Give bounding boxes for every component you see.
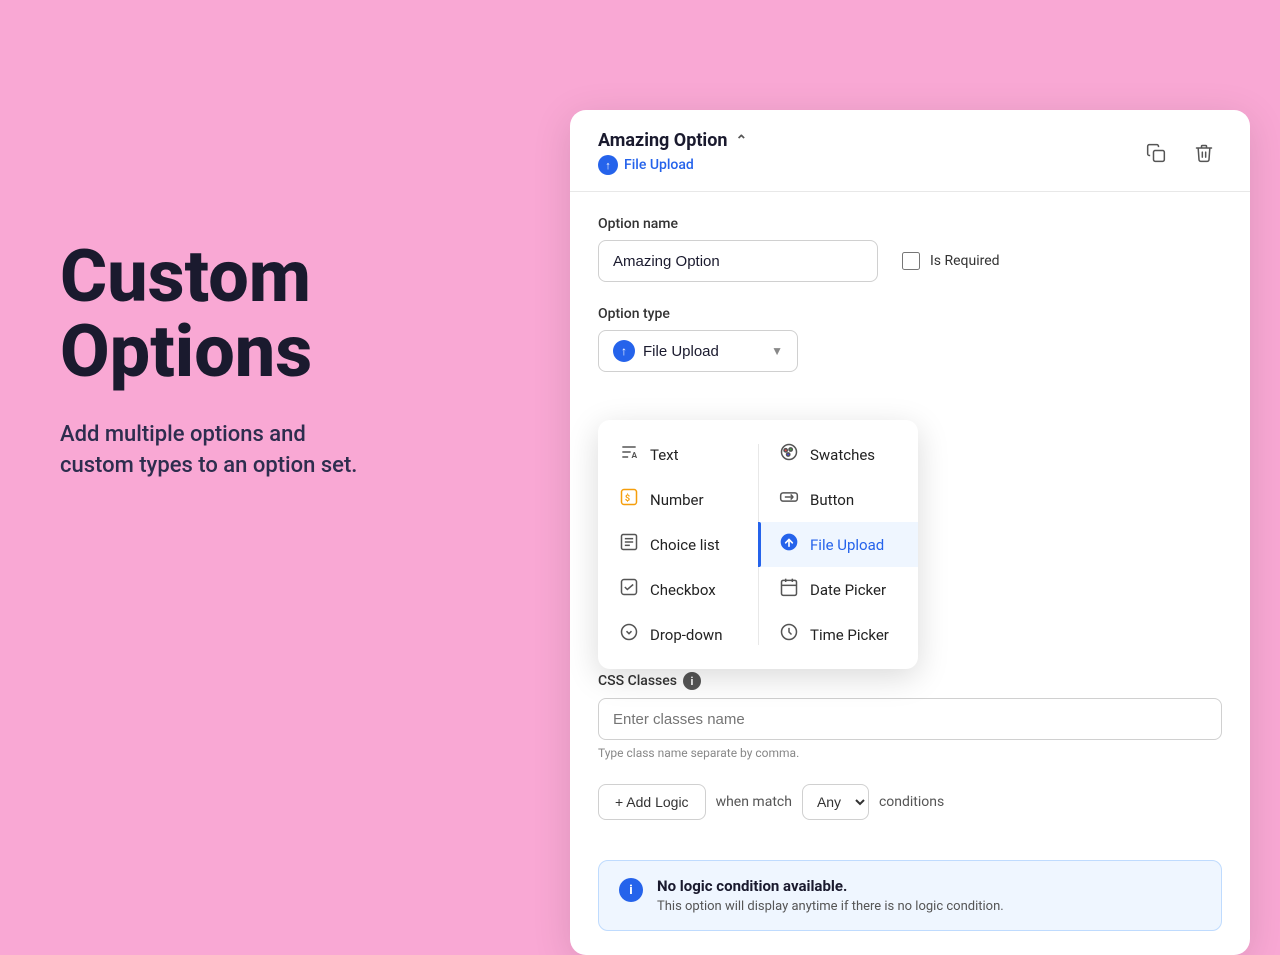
dropdown-item-time-picker[interactable]: Time Picker <box>758 612 918 657</box>
copy-icon <box>1146 143 1166 163</box>
left-panel: Custom Options Add multiple options andc… <box>0 0 540 720</box>
upload-icon: ↑ <box>598 155 618 175</box>
swatches-icon <box>778 442 800 467</box>
dropdown-left-col: A Text $ <box>598 432 758 657</box>
card-body: Option name Is Required Option type ↑ Fi… <box>570 192 1250 860</box>
svg-text:$: $ <box>625 493 630 504</box>
time-picker-icon <box>778 622 800 647</box>
logic-add-button[interactable]: + Add Logic <box>598 784 706 820</box>
dropdown-icon <box>618 622 640 647</box>
dropdown-item-choice-list[interactable]: Choice list <box>598 522 758 567</box>
dropdown-item-swatches[interactable]: Swatches <box>758 432 918 477</box>
is-required-label: Is Required <box>930 253 1000 269</box>
file-upload-icon <box>778 532 800 557</box>
css-classes-input[interactable] <box>598 698 1222 740</box>
css-classes-hint: Type class name separate by comma. <box>598 746 1222 760</box>
select-upload-icon: ↑ <box>613 340 635 362</box>
info-box-content: No logic condition available. This optio… <box>657 877 1004 914</box>
info-box-icon: i <box>619 878 643 902</box>
logic-any-select[interactable]: Any All <box>802 784 869 820</box>
dropdown-item-dropdown[interactable]: Drop-down <box>598 612 758 657</box>
date-picker-icon <box>778 577 800 602</box>
option-type-group: Option type ↑ File Upload ▼ <box>598 306 1222 372</box>
option-type-dropdown: A Text $ <box>598 420 918 669</box>
choice-list-icon <box>618 532 640 557</box>
logic-when-match-text: when match <box>716 794 792 810</box>
css-classes-section: CSS Classes i Type class name separate b… <box>598 672 1222 760</box>
trash-icon <box>1194 143 1214 163</box>
copy-button[interactable] <box>1138 135 1174 171</box>
svg-text:A: A <box>632 451 638 461</box>
option-card: Amazing Option ⌃ ↑ File Upload <box>570 110 1250 955</box>
card-header-left: Amazing Option ⌃ ↑ File Upload <box>598 130 747 175</box>
right-panel: Amazing Option ⌃ ↑ File Upload <box>540 0 1280 720</box>
sub-title: Add multiple options andcustom types to … <box>60 420 480 482</box>
option-type-label: Option type <box>598 306 1222 322</box>
is-required-checkbox[interactable] <box>902 252 920 270</box>
info-box-desc: This option will display anytime if ther… <box>657 899 1004 914</box>
file-upload-badge: ↑ File Upload <box>598 155 747 175</box>
dropdown-right-col: Swatches <box>758 432 918 657</box>
dropdown-item-text[interactable]: A Text <box>598 432 758 477</box>
option-type-select[interactable]: ↑ File Upload ▼ <box>598 330 798 372</box>
option-name-group: Option name <box>598 216 878 282</box>
text-icon: A <box>618 442 640 467</box>
no-logic-info-box: i No logic condition available. This opt… <box>598 860 1222 931</box>
option-title: Amazing Option ⌃ <box>598 130 747 151</box>
css-info-icon[interactable]: i <box>683 672 701 690</box>
logic-conditions-text: conditions <box>879 794 944 810</box>
chevron-up-icon: ⌃ <box>735 133 747 149</box>
delete-button[interactable] <box>1186 135 1222 171</box>
dropdown-item-date-picker[interactable]: Date Picker <box>758 567 918 612</box>
option-name-input[interactable] <box>598 240 878 282</box>
dropdown-item-button[interactable]: Button <box>758 477 918 522</box>
card-header-actions <box>1138 135 1222 171</box>
option-name-label: Option name <box>598 216 878 232</box>
logic-row: + Add Logic when match Any All condition… <box>598 784 1222 820</box>
number-icon: $ <box>618 487 640 512</box>
css-classes-label: CSS Classes i <box>598 672 1222 690</box>
dropdown-item-number[interactable]: $ Number <box>598 477 758 522</box>
option-name-row: Option name Is Required <box>598 216 1222 282</box>
checkbox-icon <box>618 577 640 602</box>
main-title: Custom Options <box>60 239 480 390</box>
dropdown-item-file-upload[interactable]: File Upload <box>758 522 918 567</box>
button-icon <box>778 487 800 512</box>
card-header: Amazing Option ⌃ ↑ File Upload <box>570 110 1250 192</box>
select-chevron-icon: ▼ <box>771 344 783 358</box>
dropdown-grid: A Text $ <box>598 432 918 657</box>
dropdown-item-checkbox[interactable]: Checkbox <box>598 567 758 612</box>
info-box-title: No logic condition available. <box>657 877 1004 895</box>
is-required-group: Is Required <box>902 240 1000 282</box>
